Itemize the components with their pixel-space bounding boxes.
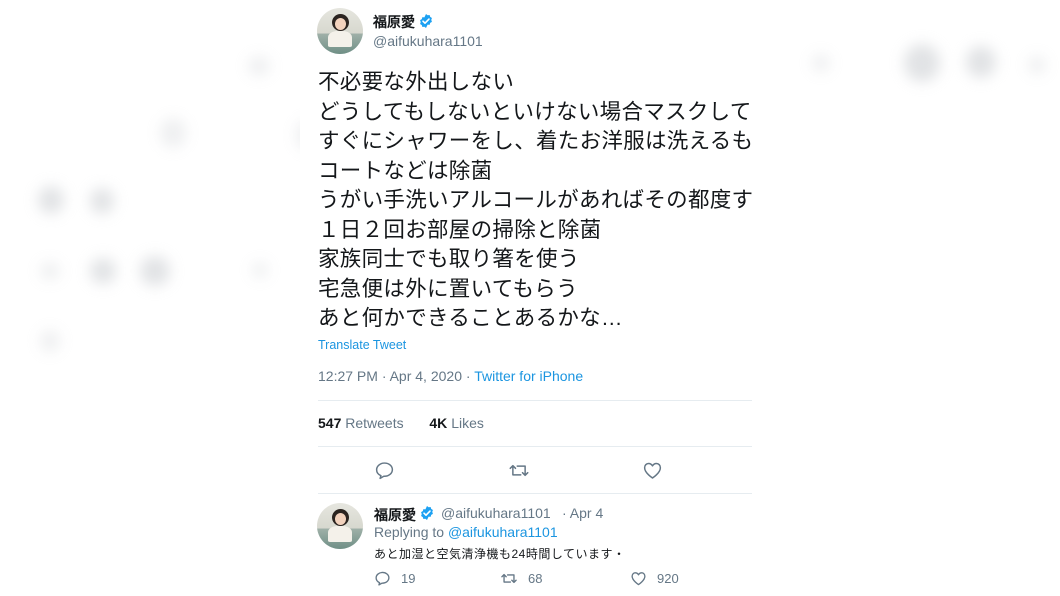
divider: [318, 400, 752, 401]
reply-count: 19: [401, 571, 416, 586]
replying-to-label: Replying to: [374, 524, 445, 540]
retweets-count: 547: [318, 415, 342, 431]
retweets-stat[interactable]: 547 Retweets: [318, 415, 404, 431]
like-button[interactable]: [642, 460, 663, 481]
tweet-meta: 12:27 PM · Apr 4, 2020 · Twitter for iPh…: [318, 368, 583, 384]
reply-icon: [375, 571, 390, 586]
retweets-label: Retweets: [345, 415, 404, 431]
retweet-button[interactable]: [508, 460, 530, 481]
meta-separator: ·: [461, 368, 475, 384]
retweet-icon: [501, 573, 517, 584]
heart-icon: [643, 462, 662, 479]
likes-count: 4K: [429, 415, 448, 431]
reply-reply-button[interactable]: 19: [374, 570, 415, 587]
reply-date[interactable]: · Apr 4: [562, 505, 603, 521]
tweet-stats: 547 Retweets 4K Likes: [318, 415, 484, 431]
author-handle[interactable]: @aifukuhara1101: [373, 33, 483, 49]
likes-stat[interactable]: 4K Likes: [429, 415, 483, 431]
tweet-text-line: どうしてもしないといけない場合マスクして: [318, 99, 752, 124]
tweet-timestamp[interactable]: 12:27 PM · Apr 4, 2020: [318, 368, 462, 384]
tweet-text-line: １日２回お部屋の掃除と除菌: [318, 217, 602, 242]
likes-label: Likes: [451, 415, 484, 431]
replying-to-handle-link[interactable]: @aifukuhara1101: [448, 524, 558, 540]
translate-tweet-link[interactable]: Translate Tweet: [318, 338, 406, 352]
retweet-count: 68: [528, 571, 543, 586]
retweet-icon: [509, 464, 529, 477]
tweet-text-line: コートなどは除菌: [318, 158, 493, 183]
divider: [318, 493, 752, 494]
tweet-text-line: 不必要な外出しない: [318, 70, 515, 94]
tweet-text-line: 宅急便は外に置いてもらう: [318, 276, 578, 301]
reply-author-handle[interactable]: @aifukuhara1101: [441, 505, 551, 521]
replying-to: Replying to @aifukuhara1101: [374, 524, 558, 540]
author-avatar[interactable]: [317, 8, 363, 54]
reply-icon: [375, 462, 394, 480]
reply-button[interactable]: [374, 460, 395, 481]
reply-like-button[interactable]: 920: [630, 570, 679, 587]
reply-author-name[interactable]: 福原愛: [374, 505, 416, 525]
tweet-text-line: すぐにシャワーをし、着たお洋服は洗えるも: [318, 129, 754, 153]
divider: [318, 446, 752, 447]
tweet-text: 不必要な外出しない どうしてもしないといけない場合マスクして すぐにシャワーをし…: [318, 68, 768, 334]
verified-badge-icon: [421, 506, 433, 520]
verified-badge-icon: [420, 14, 432, 28]
reply-retweet-button[interactable]: 68: [500, 570, 542, 587]
like-count: 920: [657, 571, 679, 586]
author-name[interactable]: 福原愛: [373, 12, 415, 32]
tweet-text-line: うがい手洗いアルコールがあればその都度す: [318, 188, 754, 212]
tweet-text-line: 家族同士でも取り箸を使う: [318, 247, 580, 271]
tweet-source-link[interactable]: Twitter for iPhone: [474, 368, 583, 384]
tweet-text-line: あと何かできることあるかな…: [318, 306, 623, 330]
heart-icon: [631, 572, 646, 586]
reply-author-avatar[interactable]: [317, 503, 363, 549]
reply-text: あと加湿と空気清浄機も24時間しています・: [374, 547, 626, 561]
